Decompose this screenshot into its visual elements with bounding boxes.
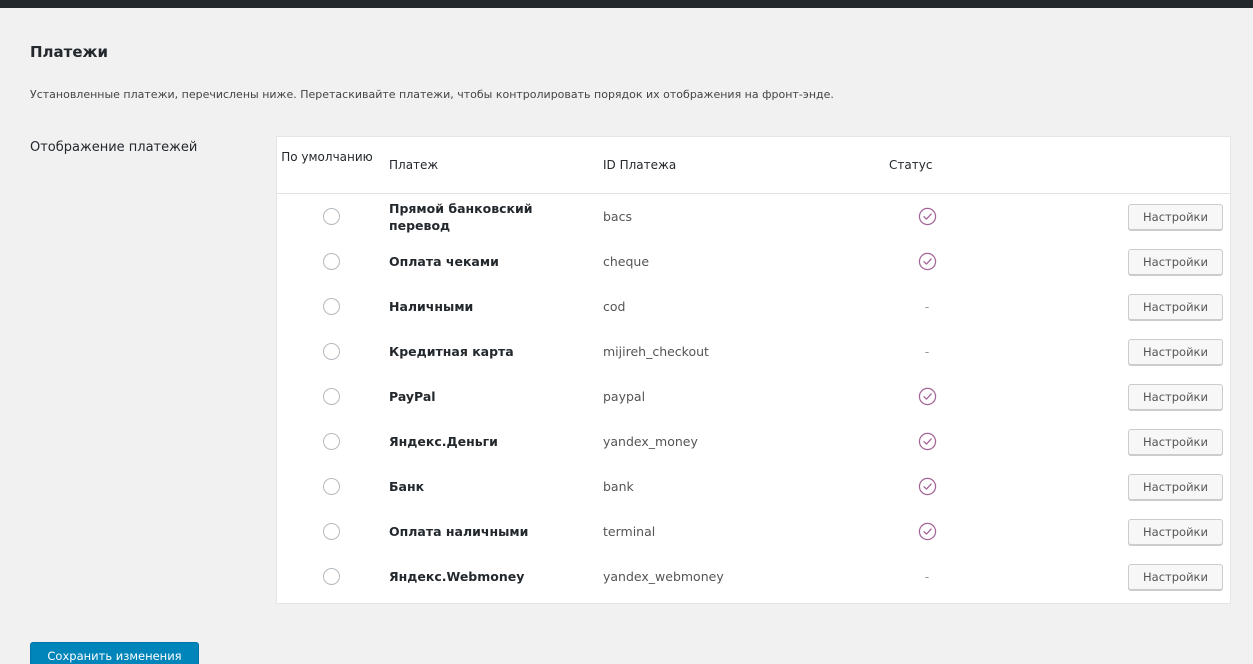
gateway-id: terminal [603,524,656,539]
status-disabled: - [924,344,930,359]
table-row[interactable]: Кредитная карта mijireh_checkout - Настр… [277,329,1230,374]
table-row[interactable]: Прямой банковский перевод bacs Настройки [277,194,1230,239]
default-radio[interactable] [323,253,340,270]
settings-button[interactable]: Настройки [1128,429,1223,455]
gateway-id: paypal [603,389,646,404]
status-enabled [907,239,947,284]
gateway-id: cod [603,299,626,314]
gateway-id: cheque [603,254,650,269]
gateway-id: bacs [603,209,632,224]
gateway-name: Кредитная карта [389,344,514,359]
check-circle-icon [918,477,936,496]
gateway-id: bank [603,479,634,494]
gateway-id: yandex_webmoney [603,569,724,584]
section-label: Отображение платежей [30,140,198,155]
default-radio[interactable] [323,478,340,495]
default-radio[interactable] [323,388,340,405]
status-enabled [907,194,947,239]
admin-bar [0,0,1253,8]
gateway-name: Наличными [389,299,474,314]
column-header-gateway: Платеж [389,158,439,172]
status-enabled [907,374,947,419]
gateway-name: Оплата чеками [389,254,499,269]
table-row[interactable]: Наличными cod - Настройки [277,284,1230,329]
gateway-name: Прямой банковский перевод [389,200,533,233]
settings-button[interactable]: Настройки [1128,339,1223,365]
table-row[interactable]: Яндекс.Webmoney yandex_webmoney - Настро… [277,554,1230,599]
check-circle-icon [918,252,936,271]
settings-button[interactable]: Настройки [1128,249,1223,275]
gateways-table: По умолчанию Платеж ID Платежа Статус Пр… [276,136,1231,604]
default-radio[interactable] [323,298,340,315]
gateway-name: Яндекс.Деньги [389,434,498,449]
default-radio[interactable] [323,523,340,540]
default-radio[interactable] [323,433,340,450]
gateway-id: yandex_money [603,434,698,449]
column-header-status: Статус [889,158,933,172]
status-disabled: - [924,299,930,314]
save-changes-button[interactable]: Сохранить изменения [30,642,199,664]
check-circle-icon [918,522,936,541]
check-circle-icon [918,387,936,406]
gateway-id: mijireh_checkout [603,344,709,359]
page-description: Установленные платежи, перечислены ниже.… [30,88,834,101]
gateway-name: PayPal [389,389,436,404]
default-radio[interactable] [323,208,340,225]
settings-button[interactable]: Настройки [1128,204,1223,230]
check-circle-icon [918,432,936,451]
table-row[interactable]: Яндекс.Деньги yandex_money Настройки [277,419,1230,464]
column-header-default: По умолчанию [281,150,373,164]
settings-button[interactable]: Настройки [1128,564,1223,590]
status-disabled: - [924,569,930,584]
gateway-name: Банк [389,479,425,494]
settings-button[interactable]: Настройки [1128,384,1223,410]
default-radio[interactable] [323,343,340,360]
status-enabled [907,509,947,554]
table-row[interactable]: Банк bank Настройки [277,464,1230,509]
status-enabled [907,419,947,464]
table-header: По умолчанию Платеж ID Платежа Статус [277,137,1230,194]
page-title: Платежи [30,43,108,61]
settings-button[interactable]: Настройки [1128,519,1223,545]
gateway-name: Яндекс.Webmoney [389,569,525,584]
default-radio[interactable] [323,568,340,585]
settings-button[interactable]: Настройки [1128,474,1223,500]
check-circle-icon [918,207,936,226]
status-enabled [907,464,947,509]
table-row[interactable]: PayPal paypal Настройки [277,374,1230,419]
settings-button[interactable]: Настройки [1128,294,1223,320]
table-row[interactable]: Оплата наличными terminal Настройки [277,509,1230,554]
table-row[interactable]: Оплата чеками cheque Настройки [277,239,1230,284]
column-header-id: ID Платежа [603,158,677,172]
gateway-name: Оплата наличными [389,524,529,539]
